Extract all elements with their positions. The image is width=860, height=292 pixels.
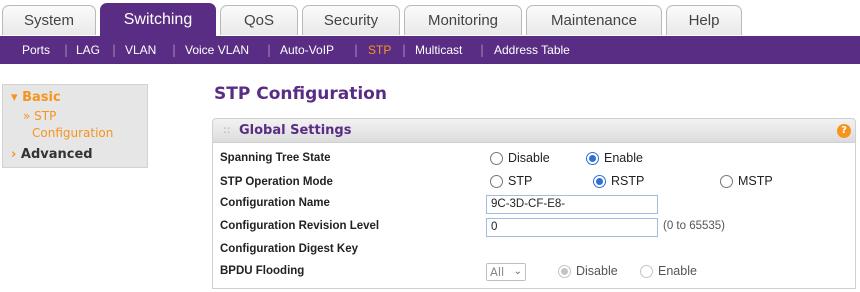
chevron-down-icon: ⌄ (513, 266, 522, 277)
spanning-tree-state-disable-radio[interactable] (490, 152, 503, 165)
bpdu-flooding-scope-value: All (490, 265, 505, 279)
drag-grip-icon: :: (223, 123, 231, 136)
bpdu-flooding-disable-label: Disable (576, 264, 618, 278)
submenu-separator: | (64, 43, 69, 57)
submenu-separator: | (402, 43, 407, 57)
submenu-separator: | (354, 43, 359, 57)
spanning-tree-state-label: Spanning Tree State (220, 152, 331, 164)
nav-advanced-label: Advanced (20, 147, 93, 162)
bpdu-flooding-label: BPDU Flooding (220, 265, 305, 277)
submenu-vlan[interactable]: VLAN (125, 36, 156, 64)
nav-stp-label: STP (34, 109, 57, 123)
configuration-name-label: Configuration Name (220, 197, 330, 209)
submenu-voice-vlan[interactable]: Voice VLAN (185, 36, 249, 64)
submenu-separator: | (172, 43, 177, 57)
tab-monitoring[interactable]: Monitoring (404, 5, 522, 35)
submenu-separator: | (112, 43, 117, 57)
bpdu-flooding-enable-label: Enable (658, 264, 697, 278)
section-title: Global Settings (239, 123, 352, 138)
spanning-tree-state-enable-radio[interactable] (586, 152, 599, 165)
nav-stp-label-line2: Configuration (32, 126, 114, 140)
bpdu-flooding-enable-radio[interactable] (640, 265, 653, 278)
tab-system[interactable]: System (2, 5, 96, 35)
submenu-auto-voip[interactable]: Auto-VoIP (280, 36, 334, 64)
double-chevron-right-icon: » (23, 109, 31, 123)
switching-submenu: Ports | LAG | VLAN | Voice VLAN | Auto-V… (0, 36, 860, 64)
submenu-lag[interactable]: LAG (76, 36, 100, 64)
spanning-tree-state-enable-label: Enable (604, 151, 643, 165)
submenu-separator: | (267, 43, 272, 57)
revision-level-range-hint: (0 to 65535) (663, 220, 726, 232)
stp-mode-mstp-radio[interactable] (720, 175, 733, 188)
tab-maintenance[interactable]: Maintenance (526, 5, 662, 35)
tab-security[interactable]: Security (302, 5, 400, 35)
nav-basic-label: Basic (22, 90, 61, 105)
configuration-revision-level-input[interactable]: 0 (486, 218, 658, 237)
tab-help[interactable]: Help (666, 5, 742, 35)
nav-stp-configuration[interactable]: » STP Configuration (23, 108, 113, 142)
page-title: STP Configuration (214, 84, 387, 104)
submenu-ports[interactable]: Ports (22, 36, 50, 64)
stp-mode-mstp-label: MSTP (738, 174, 773, 188)
spanning-tree-state-disable-label: Disable (508, 151, 550, 165)
stp-mode-rstp-radio[interactable] (593, 175, 606, 188)
nav-basic[interactable]: ▾ Basic (11, 90, 61, 105)
submenu-stp[interactable]: STP (368, 36, 391, 64)
bpdu-flooding-disable-radio[interactable] (558, 265, 571, 278)
submenu-address-table[interactable]: Address Table (494, 36, 570, 64)
stp-mode-stp-label: STP (508, 174, 533, 188)
global-settings-header: :: Global Settings ? (212, 118, 856, 143)
nav-advanced[interactable]: › Advanced (11, 147, 93, 162)
chevron-right-icon: › (11, 147, 17, 162)
stp-mode-stp-radio[interactable] (490, 175, 503, 188)
configuration-digest-key-label: Configuration Digest Key (220, 243, 359, 255)
submenu-separator: | (480, 43, 485, 57)
bpdu-flooding-scope-select[interactable]: All ⌄ (486, 263, 526, 281)
configuration-name-input[interactable]: 9C-3D-CF-E8- (486, 195, 658, 214)
stp-mode-rstp-label: RSTP (611, 174, 645, 188)
main-tab-bar: System Switching QoS Security Monitoring… (0, 0, 860, 37)
tab-switching[interactable]: Switching (100, 3, 216, 37)
help-icon[interactable]: ? (837, 124, 851, 138)
tab-qos[interactable]: QoS (220, 5, 298, 35)
submenu-multicast[interactable]: Multicast (415, 36, 462, 64)
chevron-down-icon: ▾ (11, 90, 18, 105)
stp-operation-mode-label: STP Operation Mode (220, 176, 333, 188)
configuration-revision-level-label: Configuration Revision Level (220, 220, 380, 232)
left-nav: ▾ Basic » STP Configuration › Advanced (2, 84, 148, 168)
